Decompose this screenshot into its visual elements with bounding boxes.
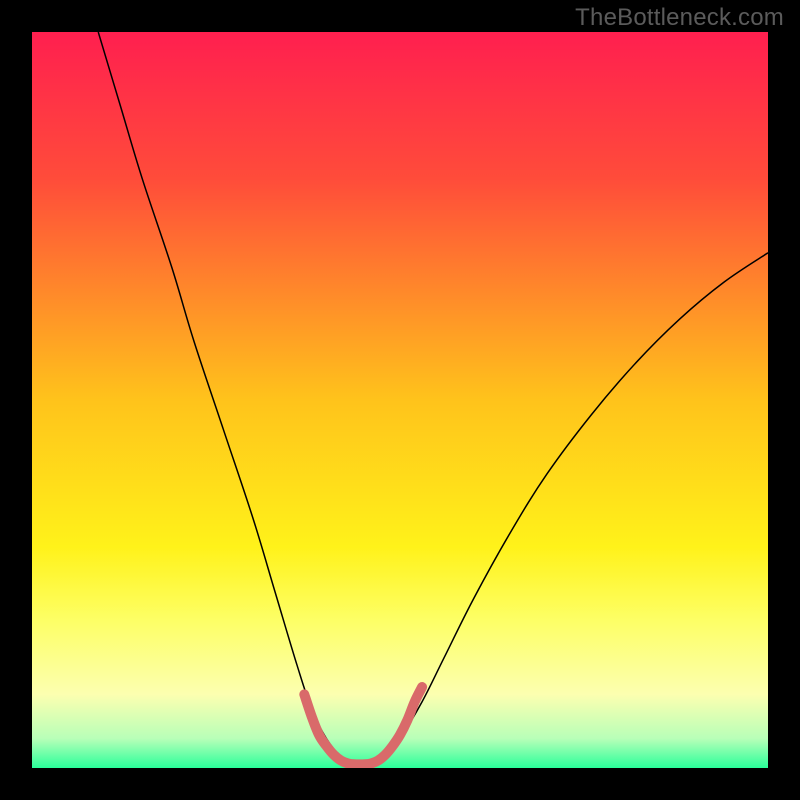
chart-svg bbox=[32, 32, 768, 768]
plot-background bbox=[32, 32, 768, 768]
chart-frame: TheBottleneck.com bbox=[0, 0, 800, 800]
watermark-text: TheBottleneck.com bbox=[575, 4, 784, 32]
plot-area bbox=[32, 32, 768, 768]
